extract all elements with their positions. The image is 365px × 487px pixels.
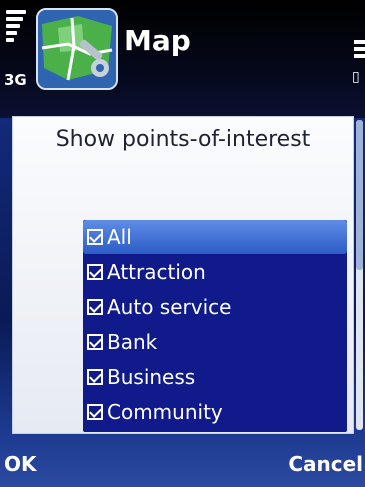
list-item-community[interactable]: Community — [83, 395, 347, 429]
checkbox-checked-icon[interactable] — [87, 404, 103, 420]
list-item-business[interactable]: Business — [83, 360, 347, 394]
network-type-label: 3G — [4, 71, 27, 89]
scroll-thumb[interactable] — [356, 120, 363, 270]
list-item-label: Community — [107, 400, 223, 424]
checkbox-checked-icon[interactable] — [87, 334, 103, 350]
ok-softkey[interactable]: OK — [4, 452, 37, 476]
poi-checkbox-list[interactable]: All Attraction Auto service Bank Busines… — [83, 220, 347, 432]
signal-strength-icon — [6, 10, 28, 45]
map-app-icon — [36, 8, 118, 90]
list-item-auto-service[interactable]: Auto service — [83, 290, 347, 324]
list-item-label: All — [107, 225, 132, 249]
list-item-attraction[interactable]: Attraction — [83, 255, 347, 289]
list-item-label: Auto service — [107, 295, 232, 319]
list-item-label: Bank — [107, 330, 158, 354]
checkbox-checked-icon[interactable] — [87, 264, 103, 280]
list-item-all[interactable]: All — [83, 220, 347, 254]
app-title: Map — [124, 24, 191, 57]
status-bar: 3G Map ▯ — [0, 0, 365, 118]
query-dialog: Show points-of-interest All Attraction A… — [12, 116, 354, 434]
battery-icon — [354, 40, 365, 61]
dialog-title: Show points-of-interest — [55, 127, 311, 152]
checkbox-checked-icon[interactable] — [87, 299, 103, 315]
checkbox-checked-icon[interactable] — [87, 369, 103, 385]
list-item-label: Attraction — [107, 260, 206, 284]
battery-level-indicator: ▯ — [352, 69, 360, 85]
list-item-bank[interactable]: Bank — [83, 325, 347, 359]
cancel-softkey[interactable]: Cancel — [288, 452, 363, 476]
list-item-label: Business — [107, 365, 196, 389]
scrollbar[interactable] — [356, 120, 363, 430]
checkbox-checked-icon[interactable] — [87, 229, 103, 245]
